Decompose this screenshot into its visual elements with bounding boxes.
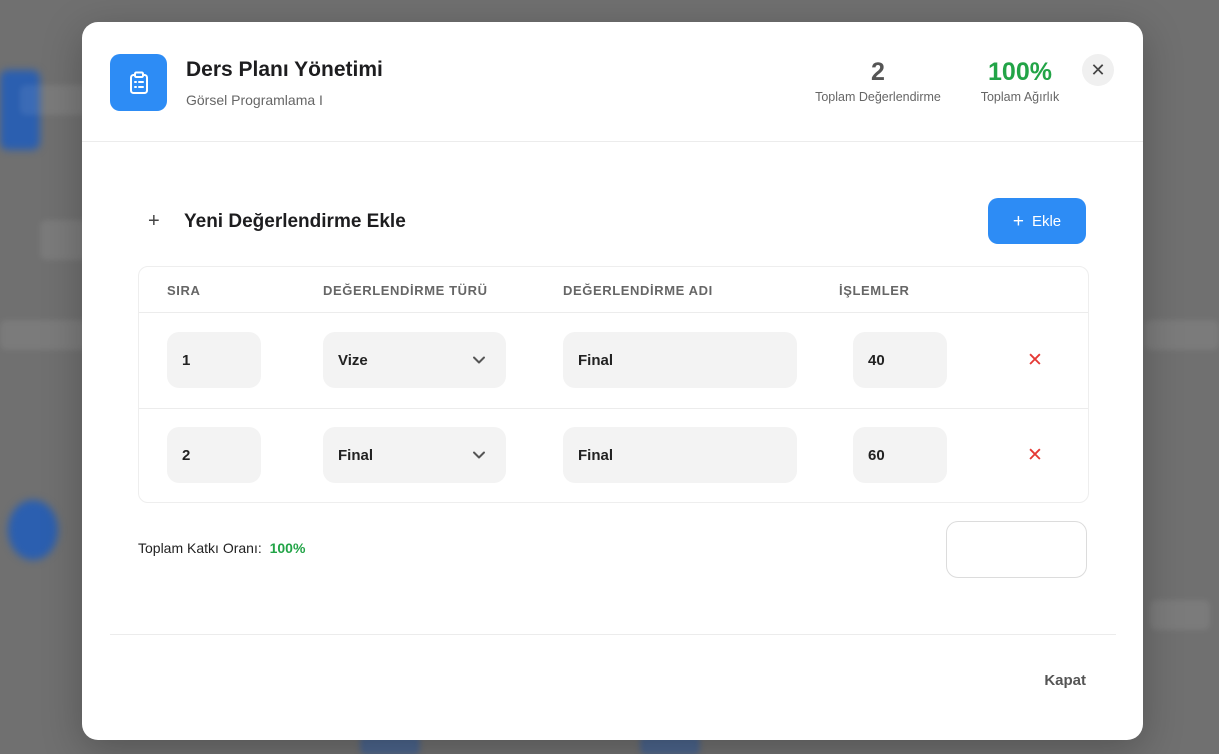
- column-header-name: DEĞERLENDİRME ADI: [563, 283, 713, 298]
- total-evaluations-value: 2: [871, 58, 885, 86]
- total-weight-value: 100%: [988, 58, 1052, 86]
- total-evaluations-stat: 2 Toplam Değerlendirme: [798, 58, 958, 104]
- lesson-plan-modal: Ders Planı Yönetimi Görsel Programlama I…: [82, 22, 1143, 740]
- chevron-down-icon: [473, 356, 485, 364]
- modal-header: Ders Planı Yönetimi Görsel Programlama I…: [82, 22, 1143, 142]
- row-divider: [139, 312, 1088, 313]
- name-input[interactable]: Final: [563, 427, 797, 483]
- column-header-actions: İŞLEMLER: [839, 283, 910, 298]
- type-select-value: Vize: [338, 351, 368, 369]
- footer-divider: [110, 634, 1116, 635]
- column-header-type: DEĞERLENDİRME TÜRÜ: [323, 283, 488, 298]
- weight-input[interactable]: 60: [853, 427, 947, 483]
- clipboard-icon: [110, 54, 167, 111]
- name-input[interactable]: Final: [563, 332, 797, 388]
- delete-icon[interactable]: ✕: [1021, 346, 1049, 374]
- empty-input-box[interactable]: [946, 521, 1087, 578]
- total-weight-label: Toplam Ağırlık: [980, 90, 1060, 104]
- total-contribution-label: Toplam Katkı Oranı:: [138, 540, 262, 556]
- order-input[interactable]: 2: [167, 427, 261, 483]
- plus-icon: +: [148, 210, 160, 232]
- modal-title: Ders Planı Yönetimi: [186, 58, 383, 81]
- type-select-value: Final: [338, 446, 374, 464]
- add-button[interactable]: + Ekle: [988, 198, 1086, 244]
- type-select[interactable]: Final: [323, 427, 506, 483]
- column-header-order: SIRA: [167, 283, 201, 298]
- section-title: Yeni Değerlendirme Ekle: [184, 210, 406, 232]
- order-input[interactable]: 1: [167, 332, 261, 388]
- total-contribution: Toplam Katkı Oranı: 100%: [138, 540, 305, 556]
- close-button[interactable]: Kapat: [1030, 672, 1086, 689]
- section-header: + Yeni Değerlendirme Ekle: [148, 210, 406, 233]
- close-icon[interactable]: ✕: [1082, 54, 1114, 86]
- delete-icon[interactable]: ✕: [1021, 441, 1049, 469]
- row-divider: [139, 408, 1088, 409]
- course-name: Görsel Programlama I: [186, 92, 323, 108]
- type-select[interactable]: Vize: [323, 332, 506, 388]
- total-evaluations-label: Toplam Değerlendirme: [815, 90, 941, 104]
- total-contribution-value: 100%: [269, 540, 306, 556]
- add-button-label: Ekle: [1031, 212, 1062, 230]
- plus-icon: +: [1012, 210, 1024, 232]
- evaluations-table: SIRA DEĞERLENDİRME TÜRÜ DEĞERLENDİRME AD…: [138, 266, 1089, 503]
- total-weight-stat: 100% Toplam Ağırlık: [970, 58, 1070, 104]
- chevron-down-icon: [473, 451, 485, 459]
- weight-input[interactable]: 40: [853, 332, 947, 388]
